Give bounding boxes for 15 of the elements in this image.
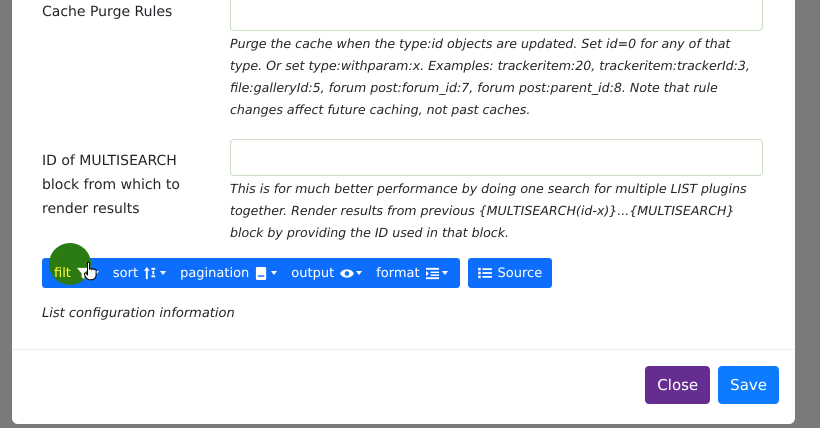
field-label: ID of MULTISEARCH block from which to render results [42,152,181,219]
eye-icon [339,266,354,280]
source-button[interactable]: Source [468,258,552,288]
list-icon [478,267,492,279]
help-text: Purge the cache when the type:id objects are updated. Set id=0 for any of that type. Or set type:withparam:x. Examples: trackeritem:20, trackeritem:trackerId:3, file:galleryId:5, forum post:forum_id:7, forum post:parent_id:8. Note that rule changes affect future caching, not past caches. [230,35,751,119]
field-label: Cache Purge Rules [42,3,174,22]
toolbar-button[interactable]: sort [106,258,174,288]
save-button[interactable]: Save [718,366,779,404]
close-button[interactable]: Close [645,366,710,404]
indent-icon [424,266,440,280]
toolbar-button[interactable]: output [284,258,370,288]
info-text: List configuration information [42,306,236,321]
toolbar-button[interactable]: format [369,258,455,288]
help-text: This is for much better performance by doing one search for multiple LIST plugins together. Render results from previous {MULTISEARCH(id-x)}...{MULTISEARCH} block by providing the ID used in that block. [230,180,748,242]
toolbar-button[interactable]: pagination [173,258,284,288]
